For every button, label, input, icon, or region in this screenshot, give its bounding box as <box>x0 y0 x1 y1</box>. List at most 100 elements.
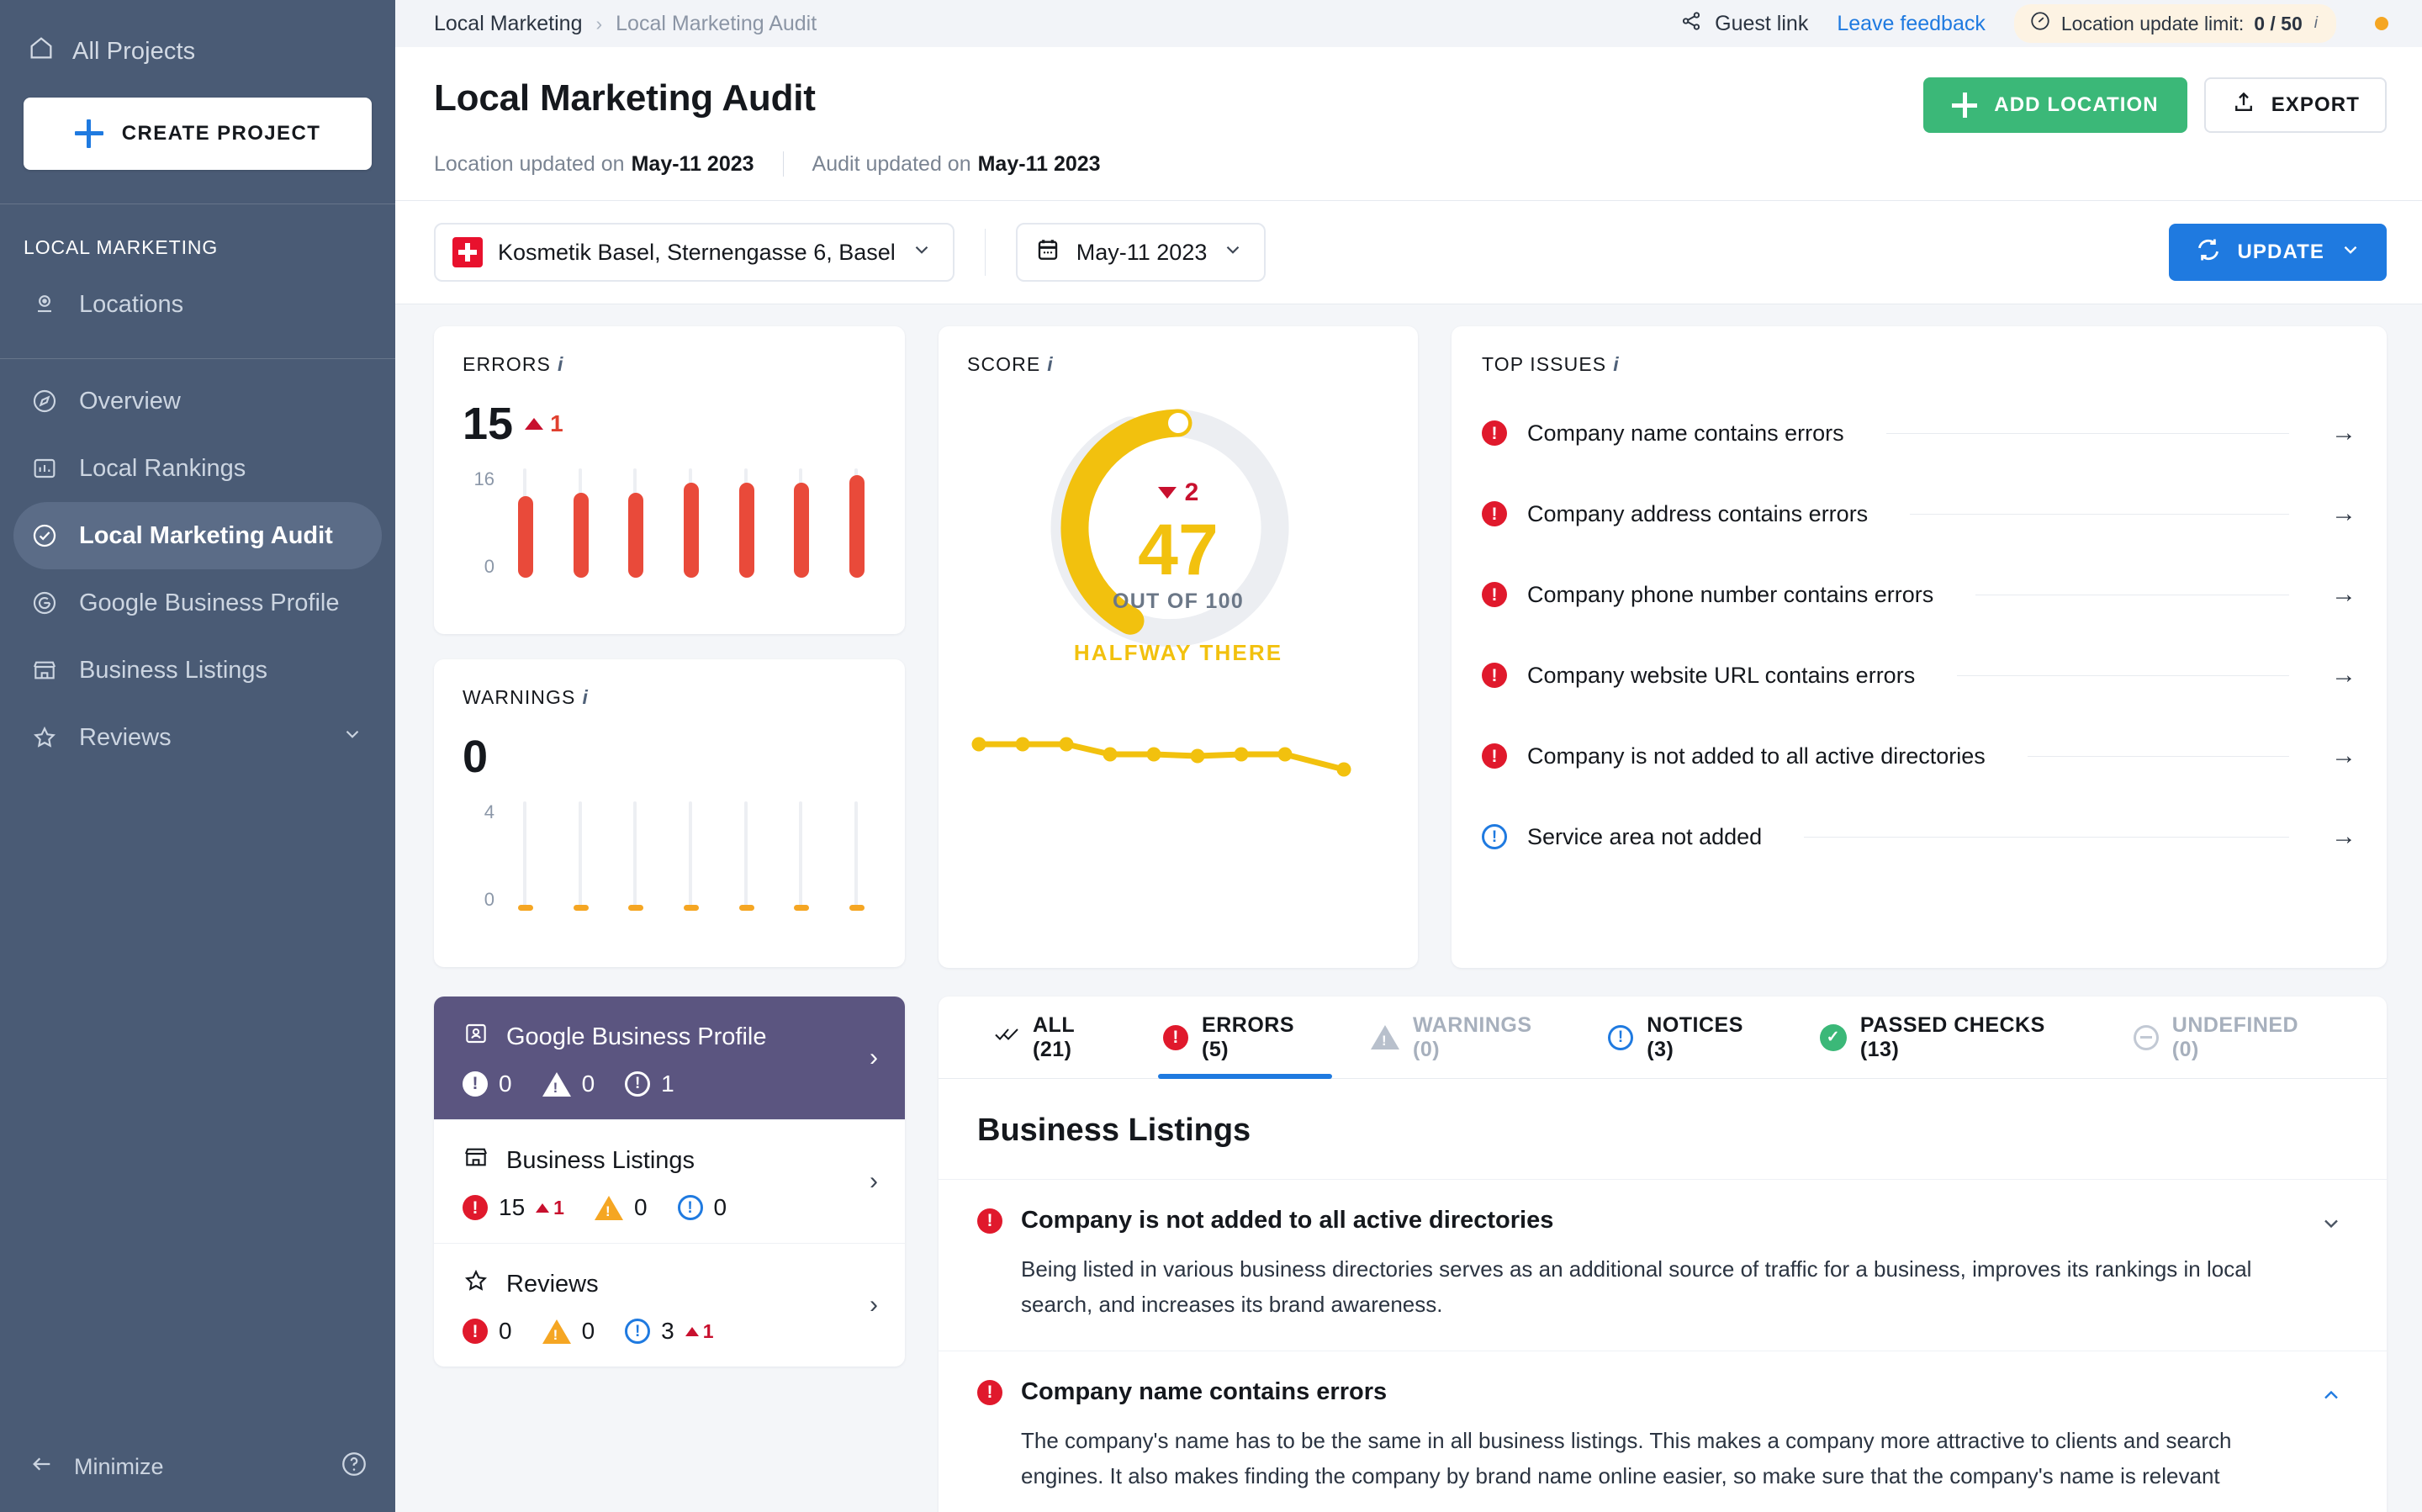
bar-slot <box>739 468 754 578</box>
arrow-right-icon[interactable]: → <box>2331 661 2356 690</box>
bar-fill <box>518 496 533 578</box>
date-select-value: May-11 2023 <box>1076 240 1208 266</box>
category-warnings-value: 0 <box>582 1071 595 1097</box>
location-updated-value: May-11 2023 <box>632 152 754 177</box>
detail-row: Google Business Profile ! 0 0 <box>434 997 2387 1512</box>
arrow-right-icon[interactable]: → <box>2331 500 2356 528</box>
calendar-icon <box>1034 236 1061 269</box>
export-button[interactable]: EXPORT <box>2204 77 2387 133</box>
category-stats: ! 0 0 ! 1 <box>463 1071 876 1097</box>
sidebar-item-local-rankings[interactable]: Local Rankings <box>13 435 382 502</box>
leave-feedback-link[interactable]: Leave feedback <box>1837 12 1986 36</box>
chevron-down-icon[interactable] <box>2319 1212 2343 1241</box>
arrow-right-icon[interactable]: → <box>2331 580 2356 609</box>
tab-all[interactable]: ALL (21) <box>972 997 1141 1079</box>
category-notices: ! 3 1 <box>625 1318 713 1345</box>
category-header: Reviews <box>463 1267 876 1301</box>
category-name: Google Business Profile <box>506 1023 767 1051</box>
score-column: SCORE i 2 <box>939 326 1418 968</box>
help-icon[interactable] <box>340 1450 368 1484</box>
issue-detail-item[interactable]: ! Company is not added to all active dir… <box>939 1180 2387 1351</box>
top-issue-text: Company name contains errors <box>1527 420 1844 447</box>
guest-link-button[interactable]: Guest link <box>1679 9 1808 39</box>
chevron-right-icon[interactable]: › <box>870 1044 878 1072</box>
update-button[interactable]: UPDATE <box>2169 224 2388 281</box>
arrow-left-icon <box>29 1451 56 1483</box>
sidebar-item-local-marketing-audit[interactable]: Local Marketing Audit <box>13 502 382 569</box>
warnings-value: 0 <box>463 731 488 783</box>
sidebar-item-reviews[interactable]: Reviews <box>13 704 382 771</box>
category-header: Business Listings <box>463 1144 876 1177</box>
issue-detail-item[interactable]: ! Company name contains errors The compa… <box>939 1351 2387 1512</box>
bar-track <box>579 801 582 911</box>
score-out-of: OUT OF 100 <box>967 589 1389 614</box>
breadcrumb-bar: Local Marketing › Local Marketing Audit … <box>395 0 2422 47</box>
sidebar-all-projects[interactable]: All Projects <box>24 22 372 69</box>
bar-slot <box>574 468 589 578</box>
tab-warnings[interactable]: WARNINGS (0) <box>1349 997 1586 1079</box>
location-update-limit-value: 0 / 50 <box>2254 13 2303 35</box>
tab-passed-checks[interactable]: ✓ PASSED CHECKS (13) <box>1798 997 2112 1079</box>
chevron-right-icon[interactable]: › <box>870 1291 878 1319</box>
breadcrumb-parent[interactable]: Local Marketing <box>434 12 582 36</box>
sidebar-item-business-listings[interactable]: Business Listings <box>13 637 382 704</box>
arrow-right-icon[interactable]: → <box>2331 822 2356 851</box>
create-project-button[interactable]: CREATE PROJECT <box>24 98 372 170</box>
arrow-right-icon[interactable]: → <box>2331 742 2356 770</box>
home-icon <box>27 34 56 69</box>
zero-marker <box>849 905 865 911</box>
info-icon[interactable]: i <box>582 686 589 708</box>
sidebar-item-locations[interactable]: Locations <box>13 271 382 338</box>
errors-axis-max: 16 <box>463 468 494 490</box>
error-icon: ! <box>1482 663 1507 688</box>
info-icon[interactable]: i <box>1047 353 1054 375</box>
top-issue-item[interactable]: ! Company is not added to all active dir… <box>1482 716 2356 796</box>
top-issue-item[interactable]: ! Company website URL contains errors → <box>1482 635 2356 716</box>
score-card: SCORE i 2 <box>939 326 1418 968</box>
category-name: Reviews <box>506 1271 599 1298</box>
score-value: 47 <box>967 512 1389 588</box>
arrow-right-icon[interactable]: → <box>2331 419 2356 447</box>
triangle-up-icon <box>685 1327 699 1336</box>
info-icon[interactable]: i <box>558 353 564 375</box>
category-header: Google Business Profile <box>463 1020 876 1054</box>
date-select[interactable]: May-11 2023 <box>1016 223 1267 282</box>
category-reviews[interactable]: Reviews ! 0 0 ! <box>434 1243 905 1367</box>
tab-errors[interactable]: ! ERRORS (5) <box>1141 997 1349 1079</box>
info-icon[interactable]: i <box>2314 14 2318 33</box>
sidebar-item-google-business-profile[interactable]: Google Business Profile <box>13 569 382 637</box>
top-issue-item[interactable]: ! Service area not added → <box>1482 796 2356 877</box>
chevron-right-icon[interactable]: › <box>870 1167 878 1196</box>
bar-slot <box>794 801 809 911</box>
notice-icon: ! <box>625 1071 650 1097</box>
top-issue-item[interactable]: ! Company address contains errors → <box>1482 473 2356 554</box>
sidebar-item-overview[interactable]: Overview <box>13 367 382 435</box>
tab-undefined[interactable]: UNDEFINED (0) <box>2112 997 2353 1079</box>
info-icon[interactable]: i <box>1613 353 1620 375</box>
tab-undefined-label: UNDEFINED (0) <box>2172 1013 2331 1062</box>
score-delta: 2 <box>967 478 1389 507</box>
location-select[interactable]: Kosmetik Basel, Sternengasse 6, Basel <box>434 223 955 282</box>
chevron-down-icon[interactable] <box>341 723 363 752</box>
tab-notices[interactable]: ! NOTICES (3) <box>1586 997 1798 1079</box>
category-errors-value: 0 <box>499 1318 512 1345</box>
chevron-down-icon <box>2340 239 2361 267</box>
category-errors-value: 15 <box>499 1194 525 1221</box>
bar-slot <box>684 468 699 578</box>
chevron-up-icon[interactable] <box>2319 1383 2343 1413</box>
add-location-button[interactable]: ADD LOCATION <box>1923 77 2187 133</box>
sidebar: All Projects CREATE PROJECT LOCAL MARKET… <box>0 0 395 1512</box>
error-icon: ! <box>1482 743 1507 769</box>
location-pin-icon <box>29 288 61 320</box>
export-label: EXPORT <box>2271 93 2360 117</box>
category-business-listings[interactable]: Business Listings ! 15 1 <box>434 1119 905 1243</box>
sidebar-minimize[interactable]: Minimize <box>0 1421 395 1512</box>
sidebar-locations-label: Locations <box>79 291 183 319</box>
bar-slot <box>518 468 533 578</box>
bar-slot <box>849 801 865 911</box>
top-issue-item[interactable]: ! Company name contains errors → <box>1482 393 2356 473</box>
top-issue-item[interactable]: ! Company phone number contains errors → <box>1482 554 2356 635</box>
divider <box>1910 514 2289 515</box>
score-label-text: SCORE <box>967 353 1040 375</box>
category-google-business-profile[interactable]: Google Business Profile ! 0 0 <box>434 997 905 1119</box>
